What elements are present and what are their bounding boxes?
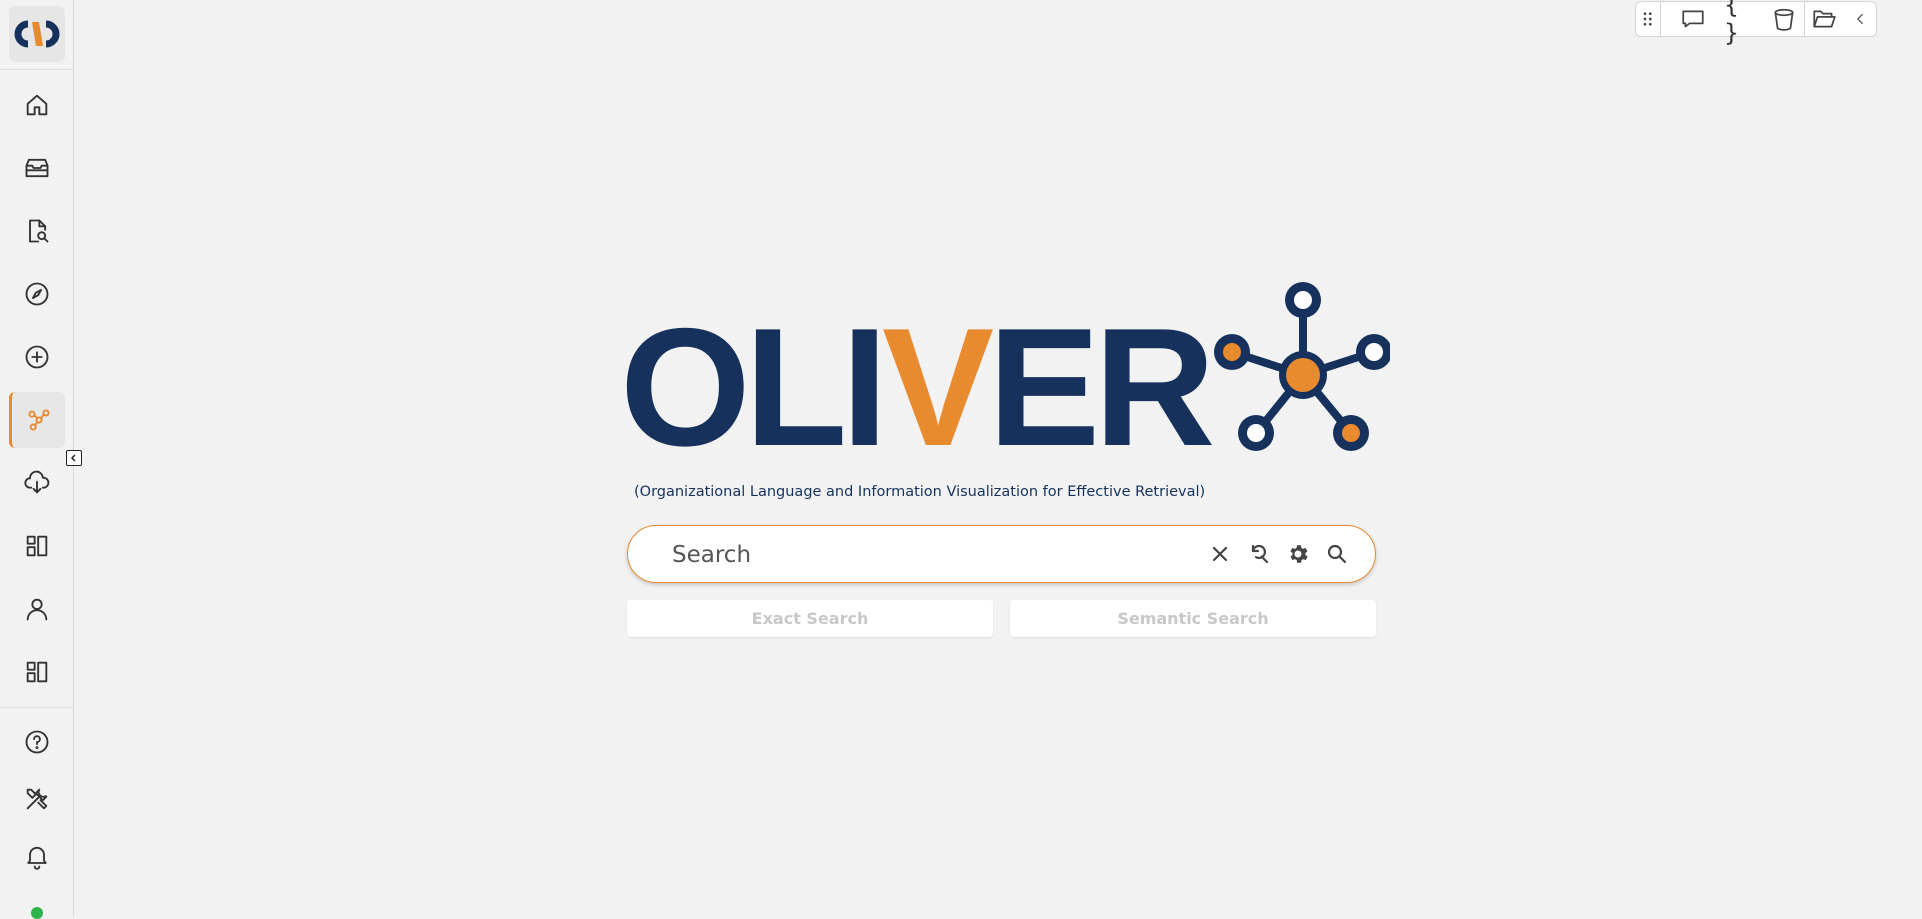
search-settings-button[interactable] xyxy=(1284,540,1312,568)
sidebar-item-notifications[interactable] xyxy=(9,828,65,884)
graph-nodes-icon xyxy=(27,409,50,431)
sidebar-item-tools[interactable] xyxy=(9,771,65,827)
bucket-icon xyxy=(1774,8,1794,31)
help-circle-icon xyxy=(25,730,49,754)
top-toolbar: { } xyxy=(1635,0,1877,47)
bell-icon xyxy=(27,846,47,870)
gear-icon xyxy=(1290,545,1308,563)
toolbar-drag-handle[interactable] xyxy=(1636,2,1660,36)
chevron-left-icon xyxy=(70,454,76,462)
toolbar-folder-button[interactable] xyxy=(1805,2,1845,36)
toolbar-bucket-button[interactable] xyxy=(1764,2,1804,36)
sidebar-item-home[interactable] xyxy=(9,77,65,133)
user-icon xyxy=(26,598,48,621)
plus-circle-icon xyxy=(25,345,49,369)
reset-search-button[interactable] xyxy=(1245,540,1273,568)
search-bar xyxy=(627,525,1376,583)
logo-letters-er: ER xyxy=(988,293,1215,481)
oliver-logo: OLIVER (Organizational Language and Info… xyxy=(620,272,1390,512)
sidebar-collapse-toggle[interactable] xyxy=(66,450,82,466)
semantic-search-button[interactable]: Semantic Search xyxy=(1010,600,1376,637)
document-search-icon xyxy=(29,219,49,243)
status-indicator xyxy=(31,907,43,919)
sidebar-item-inbox[interactable] xyxy=(9,140,65,196)
sidebar-divider xyxy=(0,707,73,708)
search-icon xyxy=(1327,544,1347,564)
drag-grip-icon xyxy=(1643,12,1652,26)
search-input[interactable] xyxy=(670,536,1174,574)
inbox-stack-icon xyxy=(25,158,49,178)
search-submit-button[interactable] xyxy=(1323,540,1351,568)
sidebar-item-explore[interactable] xyxy=(9,266,65,322)
app-logo[interactable] xyxy=(9,6,65,62)
chevron-left-icon xyxy=(1857,13,1863,25)
search-refresh-icon xyxy=(1251,544,1269,564)
logo-letter-v: V xyxy=(881,293,994,481)
sidebar xyxy=(0,0,74,919)
molecule-network-icon xyxy=(1214,282,1390,451)
dashboard-icon xyxy=(26,535,48,557)
tools-icon xyxy=(26,788,48,810)
cloud-download-icon xyxy=(24,470,50,494)
toolbar-chat-button[interactable] xyxy=(1661,2,1724,36)
folder-open-icon xyxy=(1813,10,1837,28)
compass-icon xyxy=(25,282,49,306)
toolbar-braces-button[interactable]: { } xyxy=(1724,0,1764,47)
logo-letters-oli: OLI xyxy=(620,293,888,481)
sidebar-item-graph[interactable] xyxy=(9,392,65,448)
toolbar-collapse-button[interactable] xyxy=(1844,2,1876,36)
exact-search-button[interactable]: Exact Search xyxy=(627,600,993,637)
app-logo-icon xyxy=(14,20,60,48)
sidebar-item-cloud-download[interactable] xyxy=(9,455,65,511)
sidebar-item-help[interactable] xyxy=(9,714,65,770)
sidebar-item-add[interactable] xyxy=(9,329,65,385)
clear-search-button[interactable] xyxy=(1206,540,1234,568)
home-icon xyxy=(26,94,48,116)
logo-wordmark: OLIVER xyxy=(620,303,1215,471)
close-icon xyxy=(1212,546,1228,562)
sidebar-item-profile[interactable] xyxy=(9,581,65,637)
sidebar-divider xyxy=(0,69,73,70)
sidebar-item-document-search[interactable] xyxy=(9,203,65,259)
sidebar-item-dashboard[interactable] xyxy=(9,518,65,574)
logo-subtitle: (Organizational Language and Information… xyxy=(634,484,1206,500)
sidebar-item-dashboard-2[interactable] xyxy=(9,644,65,700)
dashboard-icon xyxy=(26,661,48,683)
chat-icon xyxy=(1681,10,1704,28)
braces-icon: { } xyxy=(1724,0,1741,47)
